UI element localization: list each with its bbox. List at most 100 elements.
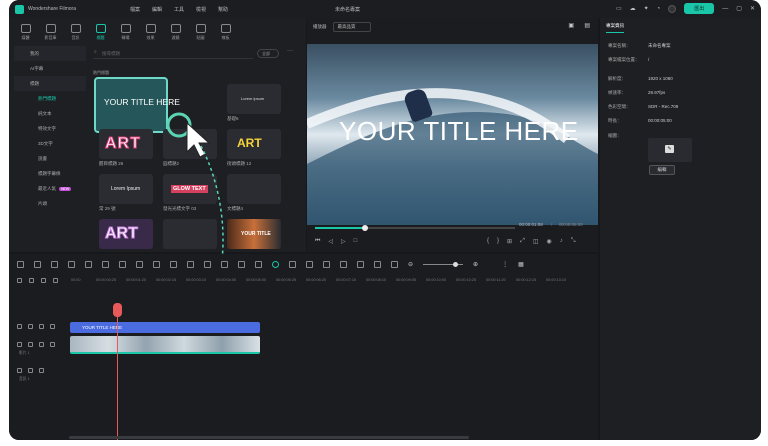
marker-icon[interactable] [289,260,296,268]
prev-frame-icon[interactable]: ⏮ [315,238,320,245]
eye-icon[interactable] [50,342,55,347]
ruler-tick: 00:00:13:10 [546,278,567,282]
more-tools-icon[interactable] [255,260,262,268]
undo-icon[interactable] [51,260,58,268]
redo-icon[interactable] [68,260,75,268]
ruler-tick: 00:00:05:25 [276,278,297,282]
link-icon[interactable] [29,278,34,283]
prop-value-project-name: 未命名專案 [648,43,671,48]
ruler-tick: 00:00:03:10 [186,278,207,282]
speaker-icon[interactable] [39,368,44,373]
preview-panel: 播放器 最高品質 ▣ ▤ YOUR TITLE HERE 00:00:01:08… [307,18,598,252]
step-back-icon[interactable]: ◁ [328,238,333,245]
timeline-left-tools [17,278,58,283]
title-clip[interactable]: YOUR TITLE HERE [70,322,260,333]
speaker-icon[interactable] [39,342,44,347]
video-clip[interactable] [70,336,260,354]
image-icon[interactable] [374,260,381,268]
timeline-grid-icon[interactable]: ⋮ [502,261,508,268]
video-title-overlay: YOUR TITLE HERE [339,116,579,146]
text-edit-icon[interactable] [153,260,160,268]
shield-icon[interactable] [323,260,330,268]
playback-scrubber[interactable] [315,225,515,231]
mark-out-icon[interactable]: } [497,238,499,245]
expand-icon[interactable]: ⤡ [571,238,576,245]
screenshot-icon[interactable]: ◫ [533,238,539,245]
speaker-icon[interactable] [39,324,44,329]
track-icon [17,324,22,329]
snapshot-icon[interactable]: ▣ [568,22,574,29]
thumbnail-box[interactable]: ✎ [648,138,692,162]
scrubber-handle[interactable] [362,225,368,231]
eye-icon[interactable] [50,324,55,329]
lock-icon[interactable] [53,278,58,283]
ruler-tick: 00:00:01:20 [126,278,147,282]
camera-icon[interactable]: ◉ [547,238,552,245]
delete-icon[interactable] [85,260,92,268]
split-icon[interactable] [102,260,109,268]
playhead-line [117,303,118,440]
preview-header: 播放器 最高品質 [313,22,371,32]
subtitle-icon[interactable] [357,260,364,268]
ruler-tick: 00:00:06:20 [306,278,327,282]
prop-label-thumbnail: 縮圖： [608,133,622,138]
add-track-icon[interactable] [17,278,22,283]
select-tool-icon[interactable] [34,260,41,268]
folder-icon[interactable] [28,342,33,347]
zoom-handle[interactable] [453,261,459,267]
magnet-icon[interactable] [41,278,46,283]
preview-right-controls: { } ⊞ ⤢ ◫ ◉ ♪ ⤡ [487,238,576,245]
time-separator: / [551,222,553,227]
folder-icon[interactable] [28,368,33,373]
ai-icon[interactable] [272,260,279,268]
layout-grid-icon[interactable] [17,260,24,268]
play-icon[interactable]: ▷ [341,238,346,245]
timeline-scrollbar[interactable] [69,436,469,439]
audio-icon[interactable] [221,260,228,268]
volume-icon[interactable]: ♪ [560,238,563,245]
tab-project-info[interactable]: 專案資訊 [606,23,624,33]
mark-in-icon[interactable]: { [487,238,489,245]
prop-label-framerate: 幀速率： [608,90,626,95]
music-track-icon [17,368,22,373]
track-header-video [17,342,55,347]
timeline-layout-icon[interactable]: ▦ [518,261,524,268]
display-icon[interactable]: ▤ [584,22,590,29]
keyframe-icon[interactable] [238,260,245,268]
prop-label-location: 專案檔案位置： [608,57,640,62]
ruler-tick: 00:00:08:10 [366,278,387,282]
fullscreen-preview-icon[interactable]: ⤢ [520,238,525,245]
ruler-tick: 00:00:09:05 [396,278,417,282]
playhead-handle[interactable] [113,303,122,317]
ruler-tick: 00:00:12:15 [516,278,537,282]
crop-icon[interactable] [119,260,126,268]
ruler-tick: 00:00:02:15 [156,278,177,282]
color-icon[interactable] [204,260,211,268]
scrubber-progress [315,227,365,229]
edit-button[interactable]: 編輯 [649,165,675,175]
properties-panel: 專案資訊 專案名稱： 未命名專案 專案檔案位置： / 解析度： 1920 x 1… [600,18,761,440]
render-icon[interactable]: ⊞ [507,238,512,245]
zoom-slider[interactable] [423,261,464,267]
speed-icon[interactable] [187,260,194,268]
adjust-icon[interactable] [170,260,177,268]
caption-icon[interactable] [391,260,398,268]
mic-icon[interactable] [340,260,347,268]
total-time: 00:00:05:00 [559,222,583,227]
folder-icon[interactable] [28,324,33,329]
quality-dropdown[interactable]: 最高品質 [332,22,371,32]
prop-label-resolution: 解析度： [608,76,626,81]
playback-controls: ⏮ ◁ ▷ □ [315,238,357,245]
text-tool-icon[interactable] [136,260,143,268]
record-icon[interactable] [306,260,313,268]
zoom-in-icon[interactable]: ⊕ [473,261,478,268]
zoom-out-icon[interactable]: ⊖ [408,261,413,268]
prop-value-location: / [648,57,650,62]
video-track-label: 影片 1 [19,351,30,355]
timeline-ruler[interactable]: 00:00 00:00:00:25 00:00:01:20 00:00:02:1… [71,276,591,290]
video-preview[interactable]: YOUR TITLE HERE [307,44,598,225]
audio-track-label: 音訊 1 [19,377,30,381]
stop-icon[interactable]: □ [354,238,358,245]
filmora-window: Wondershare Filmora 檔案 編輯 工具 檢視 幫助 未命名專案… [9,0,761,440]
ruler-tick: 00:00:10:00 [426,278,447,282]
